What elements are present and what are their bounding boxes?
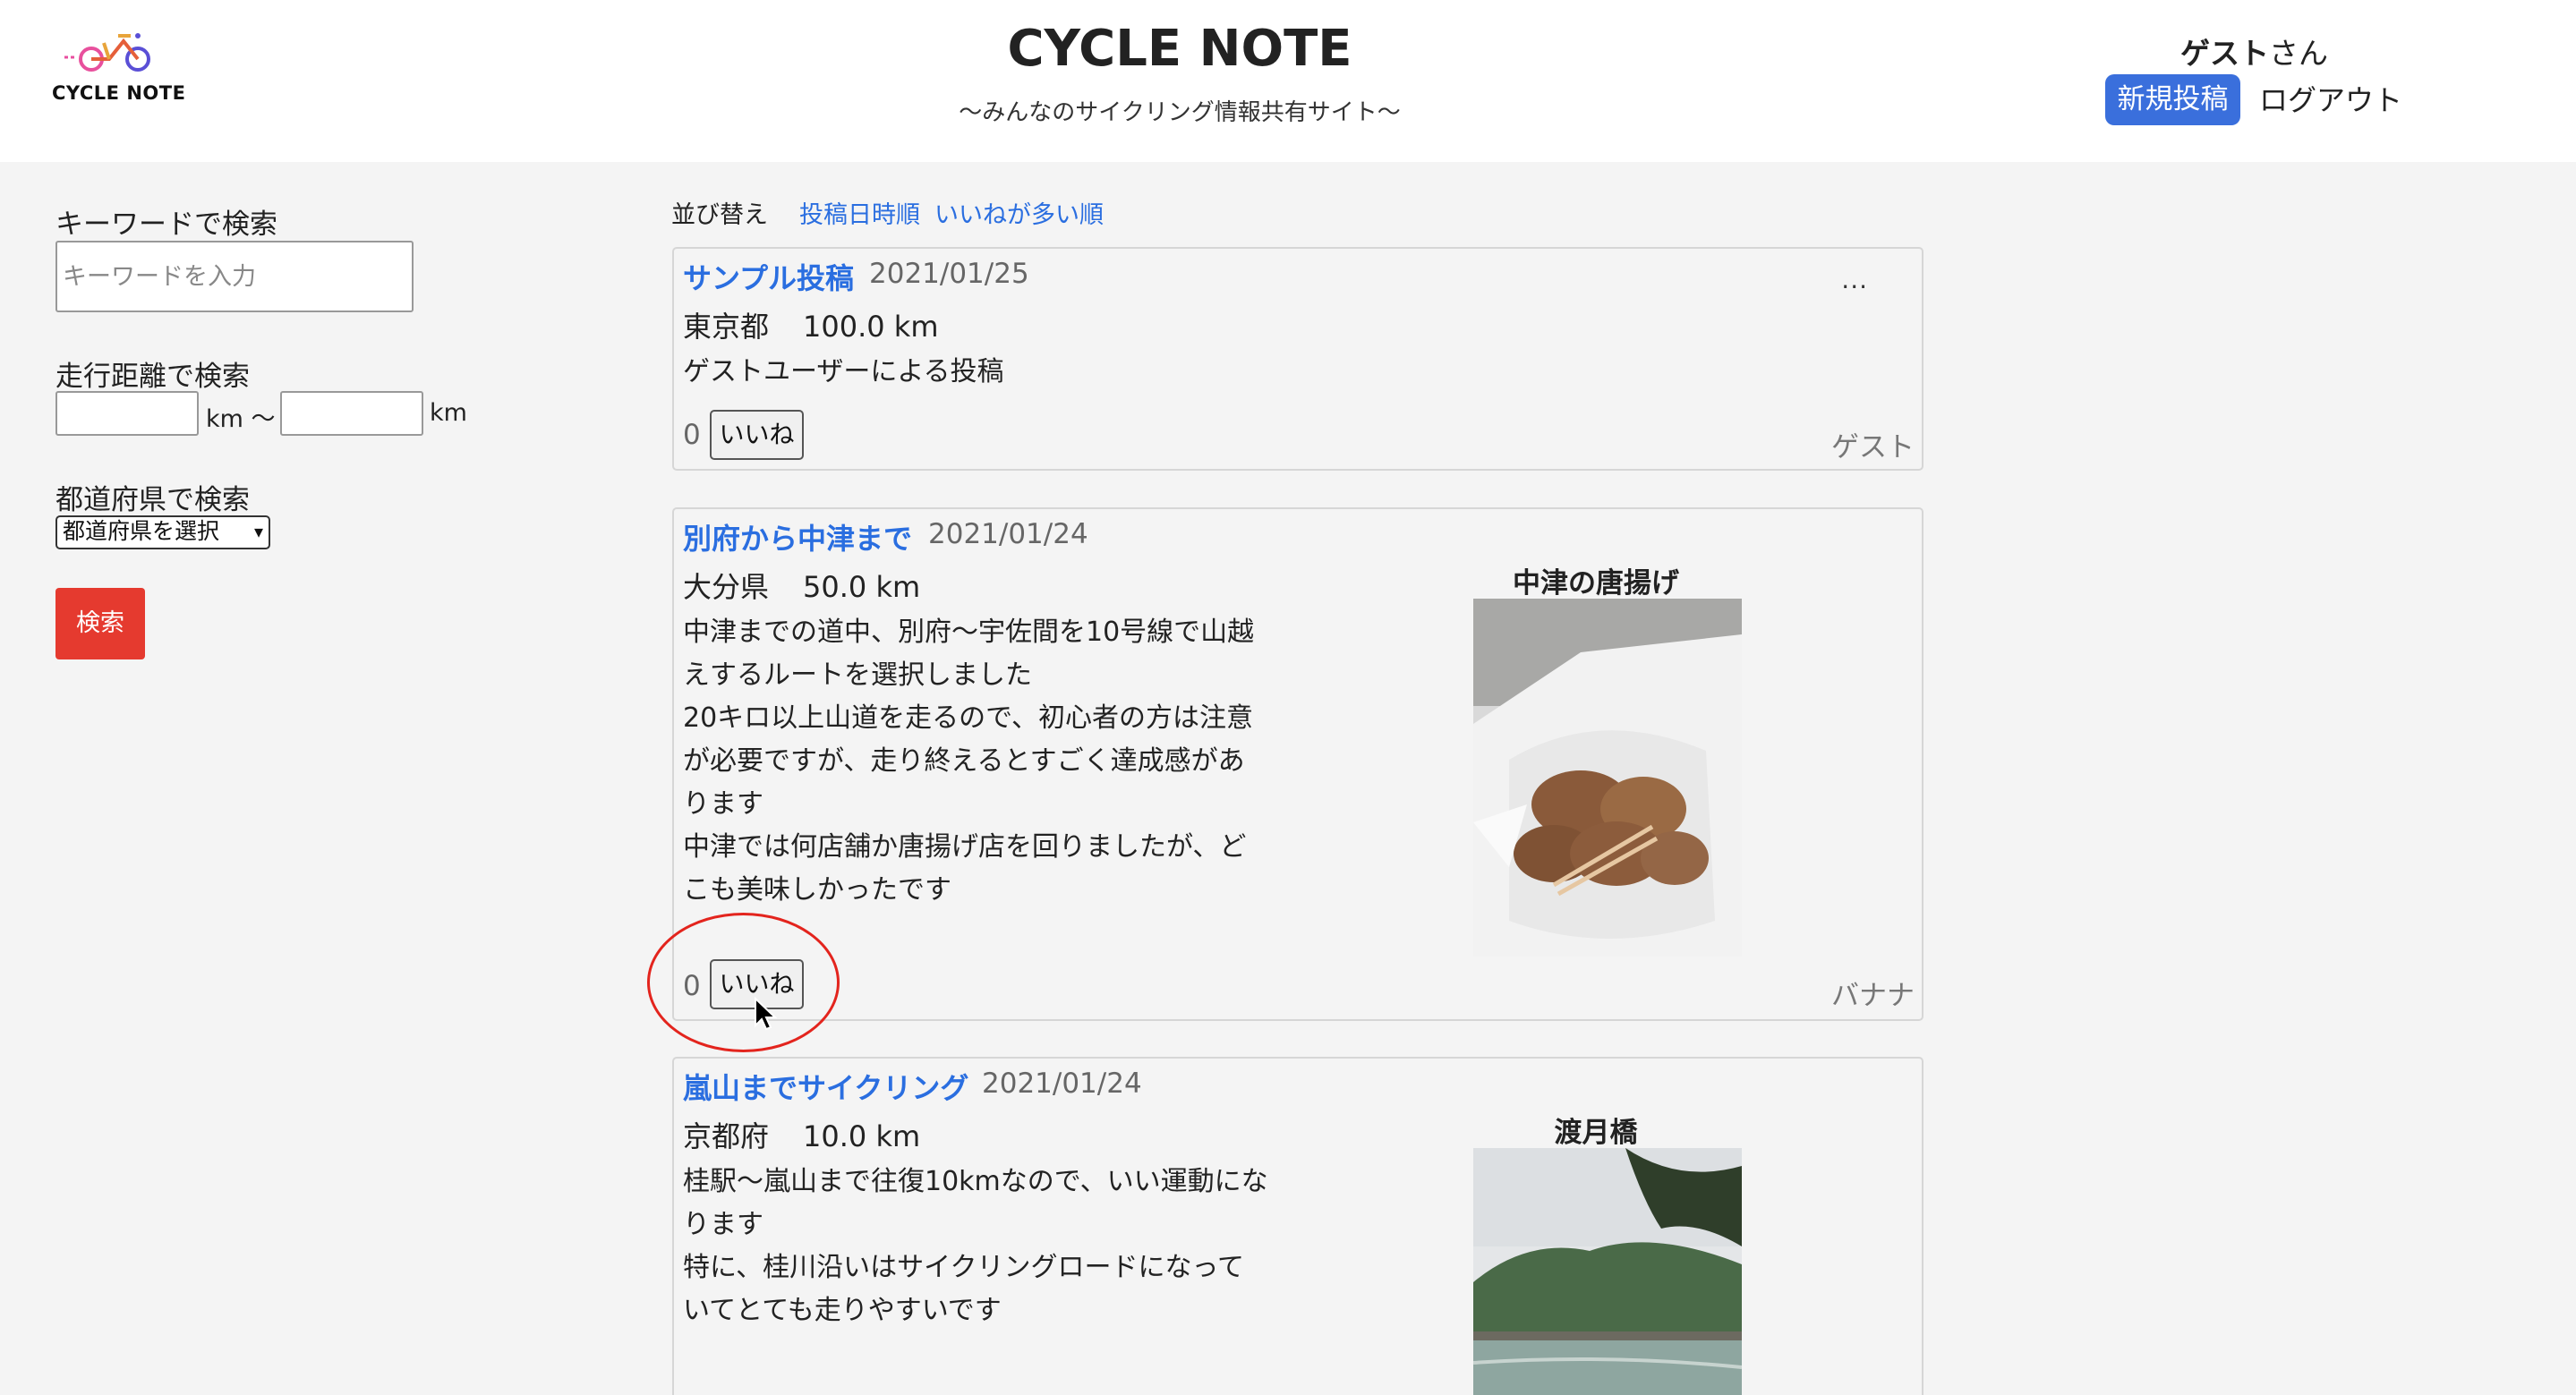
like-count: 0 <box>683 419 701 451</box>
post-card: 嵐山までサイクリング 2021/01/24 京都府 10.0 km 桂駅〜嵐山まで… <box>672 1057 1923 1395</box>
km-unit-to: km <box>430 399 467 427</box>
post-distance: 100.0 km <box>803 310 939 344</box>
post-body-line: ります <box>683 1209 763 1240</box>
highlight-circle <box>647 913 840 1052</box>
new-post-button[interactable]: 新規投稿 <box>2105 74 2240 125</box>
sort-label: 並び替え <box>671 201 768 229</box>
photo-caption: 中津の唐揚げ <box>1513 567 1679 600</box>
post-meta: 東京都 100.0 km <box>683 304 939 345</box>
post-body-line: 特に、桂川沿いはサイクリングロードになって <box>683 1252 1244 1283</box>
keyword-input[interactable] <box>55 241 414 312</box>
post-body-line: 桂駅〜嵐山まで往復10kmなので、いい運動にな <box>683 1166 1268 1197</box>
mouse-cursor-icon <box>755 997 777 1031</box>
user-greeting: ゲストさん <box>2180 30 2328 72</box>
post-title[interactable]: 別府から中津まで <box>683 516 912 557</box>
prefecture-search-label: 都道府県で検索 <box>55 484 250 516</box>
post-body-line: ゲストユーザーによる投稿 <box>683 356 1004 387</box>
post-distance: 10.0 km <box>803 1119 921 1153</box>
sort-by-date-link[interactable]: 投稿日時順 <box>799 195 920 230</box>
post-body-line: 中津では何店舗か唐揚げ店を回りましたが、ど <box>683 831 1247 863</box>
sort-by-likes-link[interactable]: いいねが多い順 <box>934 195 1104 230</box>
post-meta: 京都府 10.0 km <box>683 1114 920 1155</box>
bridge-landscape-photo-icon <box>1472 1148 1743 1395</box>
post-date: 2021/01/24 <box>928 518 1088 550</box>
post-body: 桂駅〜嵐山まで往復10kmなので、いい運動にな ります 特に、桂川沿いはサイクリ… <box>683 1161 1309 1332</box>
post-date: 2021/01/24 <box>982 1068 1142 1100</box>
post-prefecture: 大分県 <box>683 570 770 604</box>
post-body-line: ります <box>683 788 763 820</box>
distance-search-label: 走行距離で検索 <box>55 361 250 393</box>
post-distance: 50.0 km <box>803 570 921 604</box>
site-title: CYCLE NOTE <box>1007 20 1352 78</box>
post-author[interactable]: バナナ <box>1831 973 1915 1013</box>
post-card: 別府から中津まで 2021/01/24 大分県 50.0 km 中津までの道中、別… <box>672 507 1923 1021</box>
post-author[interactable]: ゲスト <box>1831 424 1915 464</box>
site-header: CYCLE NOTE CYCLE NOTE 〜みんなのサイクリング情報共有サイト… <box>0 0 2576 162</box>
user-suffix: さん <box>2269 36 2328 71</box>
post-prefecture: 東京都 <box>683 310 770 344</box>
post-date: 2021/01/25 <box>869 258 1029 290</box>
keyword-search-label: キーワードで検索 <box>55 208 277 241</box>
more-menu-icon[interactable]: ... <box>1841 265 1868 294</box>
post-body-line: いてとても走りやすいです <box>683 1295 1002 1326</box>
post-body-line: こも美味しかったです <box>683 874 951 906</box>
photo-caption: 渡月橋 <box>1554 1117 1638 1149</box>
post-body: ゲストユーザーによる投稿 <box>683 351 1309 394</box>
km-unit-from: km 〜 <box>206 405 276 433</box>
search-button[interactable]: 検索 <box>55 588 145 659</box>
post-photo[interactable] <box>1473 599 1742 957</box>
fried-chicken-photo-icon <box>1473 599 1742 957</box>
site-subtitle: 〜みんなのサイクリング情報共有サイト〜 <box>959 99 1401 126</box>
chevron-down-icon: ▾ <box>253 521 263 542</box>
post-title[interactable]: サンプル投稿 <box>683 256 854 297</box>
post-prefecture: 京都府 <box>683 1119 770 1153</box>
user-name: ゲスト <box>2180 36 2269 71</box>
post-title[interactable]: 嵐山までサイクリング <box>683 1066 968 1107</box>
post-card: サンプル投稿 2021/01/25 ... 東京都 100.0 km ゲストユーザ… <box>672 247 1923 471</box>
post-body-line: が必要ですが、走り終えるとすごく達成感があ <box>683 745 1245 777</box>
post-body: 中津までの道中、別府〜宇佐間を10号線で山越 えするルートを選択しました 20キ… <box>683 611 1309 912</box>
post-body-line: 中津までの道中、別府〜宇佐間を10号線で山越 <box>683 617 1255 648</box>
post-meta: 大分県 50.0 km <box>683 565 920 606</box>
distance-min-input[interactable] <box>55 391 199 436</box>
post-body-line: 20キロ以上山道を走るので、初心者の方は注意 <box>683 702 1253 734</box>
post-photo[interactable] <box>1472 1148 1743 1395</box>
logout-link[interactable]: ログアウト <box>2259 78 2402 119</box>
post-body-line: えするルートを選択しました <box>683 659 1032 691</box>
distance-max-input[interactable] <box>280 391 423 436</box>
like-button[interactable]: いいね <box>710 410 804 460</box>
prefecture-select[interactable]: 都道府県を選択 ▾ <box>55 515 270 549</box>
prefecture-select-value: 都道府県を選択 <box>63 518 220 544</box>
